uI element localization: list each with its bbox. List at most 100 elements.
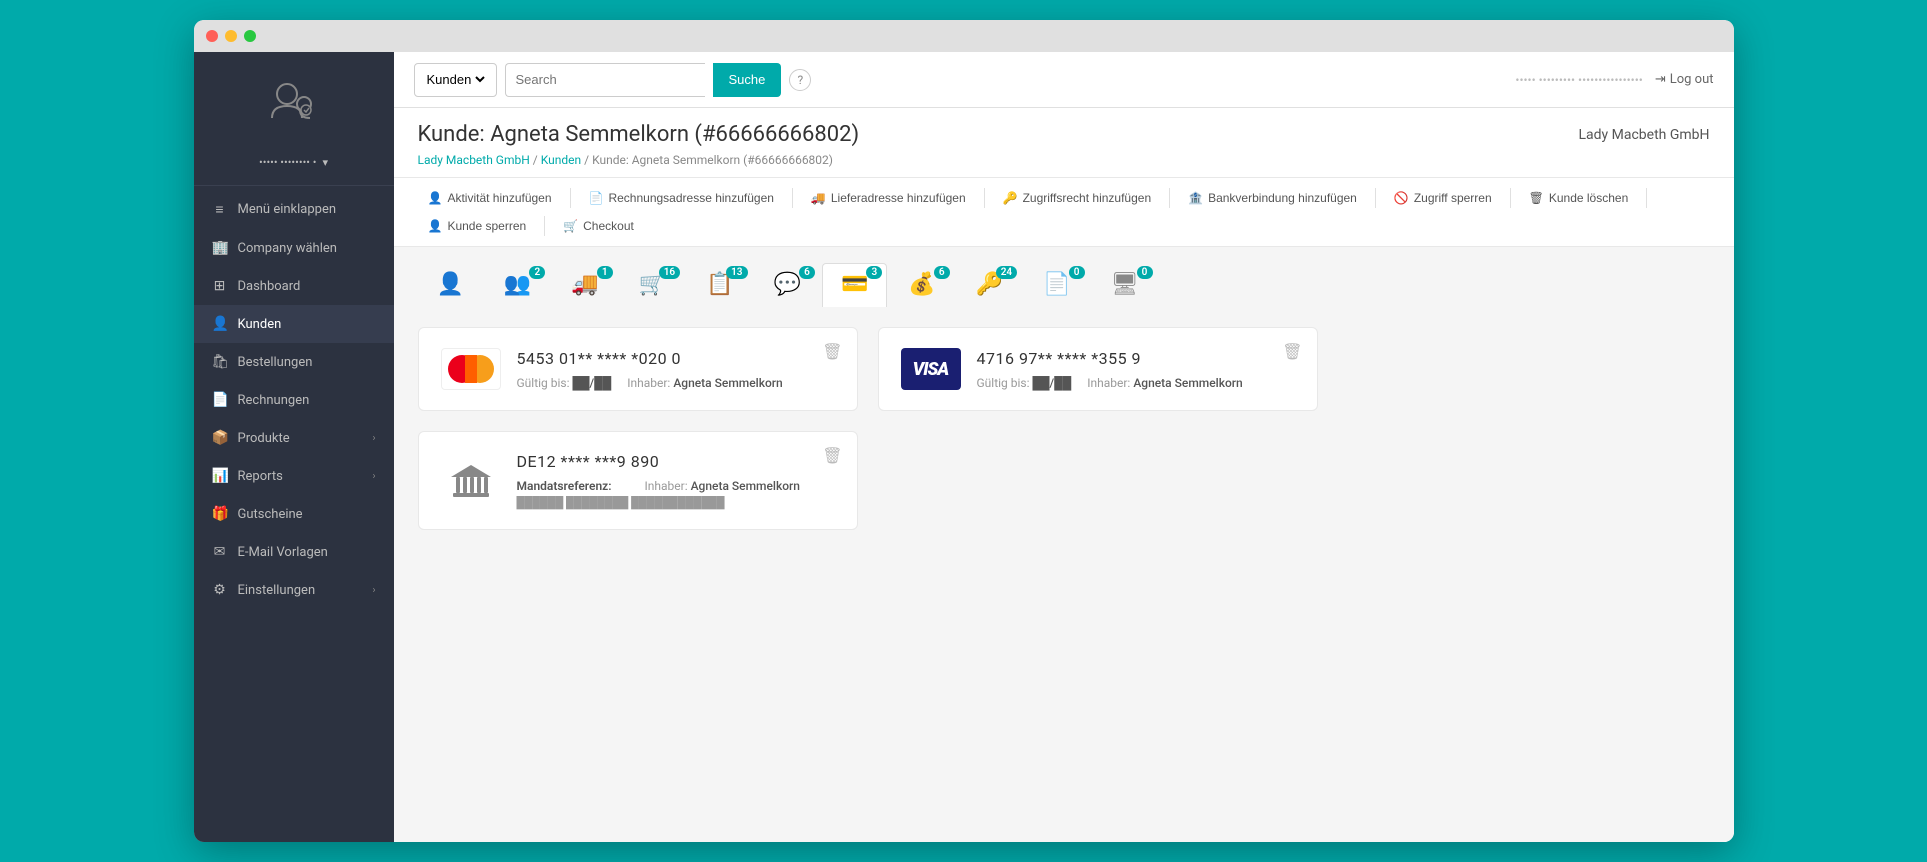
- sidebar-item-gutscheine[interactable]: 🎁 Gutscheine: [194, 495, 394, 533]
- action-label: Kunde löschen: [1549, 191, 1628, 205]
- chevron-right-icon: ›: [372, 433, 375, 444]
- profile-icon: 👤: [437, 272, 464, 297]
- delete-visa-button[interactable]: 🗑: [1282, 342, 1302, 361]
- action-label: Rechnungsadresse hinzufügen: [608, 191, 773, 205]
- tab-screens[interactable]: 0 🖥: [1092, 263, 1158, 307]
- cart-icon: 🛒: [563, 219, 578, 233]
- delete-iban-button[interactable]: 🗑: [822, 446, 842, 465]
- iban-card: 🗑: [418, 431, 858, 530]
- tab-messages[interactable]: 6 💬: [755, 263, 820, 307]
- logout-button[interactable]: ⇥ Log out: [1655, 72, 1714, 87]
- help-icon: ?: [798, 73, 804, 87]
- invoices-badge: 13: [726, 266, 747, 279]
- breadcrumb-sep: /: [533, 153, 541, 167]
- entity-selector[interactable]: Kunden: [414, 63, 497, 97]
- iban-number: DE12 **** ***9 890: [517, 452, 835, 471]
- breadcrumb-kunden[interactable]: Kunden: [541, 153, 581, 167]
- entity-dropdown[interactable]: Kunden: [423, 71, 488, 88]
- tab-credits[interactable]: 6 💰: [889, 263, 954, 307]
- maximize-button[interactable]: [244, 30, 256, 42]
- card-meta: Gültig bis: ██/██ Inhaber: Agneta Semmel…: [977, 376, 1295, 390]
- tab-payments[interactable]: 3 💳: [822, 263, 887, 307]
- card-body: DE12 **** ***9 890 Mandatsreferenz: Inha…: [441, 452, 835, 509]
- add-activity-button[interactable]: 👤 Aktivität hinzufügen: [418, 186, 562, 210]
- help-button[interactable]: ?: [789, 69, 811, 91]
- sidebar-item-company[interactable]: 🏢 Company wählen: [194, 229, 394, 267]
- company-badge: Lady Macbeth GmbH: [1578, 127, 1709, 143]
- person-icon: 👤: [428, 191, 443, 205]
- tab-delivery[interactable]: 1 🚚: [552, 263, 617, 307]
- credits-icon: 💰: [908, 272, 935, 297]
- search-input[interactable]: [505, 63, 705, 97]
- tab-profile[interactable]: 👤: [418, 263, 483, 307]
- action-label: Kunde sperren: [447, 219, 526, 233]
- holder-label: Inhaber:: [1087, 376, 1130, 390]
- delete-mastercard-button[interactable]: 🗑: [822, 342, 842, 361]
- mastercard-logo: [441, 348, 501, 390]
- chevron-right-icon: ›: [372, 471, 375, 482]
- app-window: ••••• •••••••• • ▾ ≡ Menü einklappen 🏢 C…: [194, 20, 1734, 842]
- company-icon: 🏢: [212, 240, 228, 256]
- sidebar-item-label: Kunden: [238, 317, 282, 332]
- sidebar-item-produkte[interactable]: 📦 Produkte ›: [194, 419, 394, 457]
- sidebar-item-email-vorlagen[interactable]: ✉ E-Mail Vorlagen: [194, 533, 394, 571]
- action-label: Checkout: [583, 219, 634, 233]
- valid-value: ██/██: [1033, 376, 1072, 390]
- sidebar-item-dashboard[interactable]: ⊞ Dashboard: [194, 267, 394, 305]
- sidebar-item-menu-collapse[interactable]: ≡ Menü einklappen: [194, 190, 394, 229]
- logout-label: Log out: [1670, 72, 1714, 87]
- add-access-button[interactable]: 🔑 Zugriffsrecht hinzufügen: [993, 186, 1161, 210]
- checkout-button[interactable]: 🛒 Checkout: [553, 214, 644, 238]
- minimize-button[interactable]: [225, 30, 237, 42]
- tab-docs[interactable]: 0 📄: [1024, 263, 1089, 307]
- breadcrumb-current: Kunde: Agneta Semmelkorn (#66666666802): [592, 153, 833, 167]
- tab-keys[interactable]: 24 🔑: [957, 263, 1022, 307]
- card-body: VISA 4716 97** **** *355 9 Gültig bis: █…: [901, 348, 1295, 390]
- sidebar-item-bestellungen[interactable]: 🛍 Bestellungen: [194, 343, 394, 381]
- chevron-right-icon: ›: [372, 585, 375, 596]
- holder-label: Inhaber:: [645, 479, 688, 493]
- add-invoice-address-button[interactable]: 📄 Rechnungsadresse hinzufügen: [579, 186, 784, 210]
- tab-orders[interactable]: 16 🛒: [620, 263, 685, 307]
- mandate-value: ██████ ████████ ████████████: [517, 496, 835, 509]
- search-button[interactable]: Suche: [713, 63, 782, 97]
- sidebar-item-label: Company wählen: [238, 241, 337, 256]
- sidebar-user[interactable]: ••••• •••••••• • ▾: [194, 148, 394, 185]
- delete-customer-button[interactable]: 🗑 Kunde löschen: [1519, 186, 1639, 210]
- reports-icon: 📊: [212, 468, 228, 484]
- sidebar-item-label: Bestellungen: [238, 355, 313, 370]
- sidebar-item-label: Dashboard: [238, 279, 301, 294]
- card-meta: Gültig bis: ██/██ Inhaber: Agneta Semmel…: [517, 376, 835, 390]
- sidebar-item-kunden[interactable]: 👤 Kunden: [194, 305, 394, 343]
- orders-badge: 16: [659, 266, 680, 279]
- sidebar-item-rechnungen[interactable]: 📄 Rechnungen: [194, 381, 394, 419]
- add-bank-button[interactable]: 🏦 Bankverbindung hinzufügen: [1178, 186, 1367, 210]
- sidebar: ••••• •••••••• • ▾ ≡ Menü einklappen 🏢 C…: [194, 52, 394, 842]
- add-delivery-address-button[interactable]: 🚚 Lieferadresse hinzufügen: [801, 186, 976, 210]
- sidebar-item-label: Menü einklappen: [238, 202, 337, 217]
- separator: [1510, 188, 1511, 208]
- block-customer-button[interactable]: 👤 Kunde sperren: [418, 214, 537, 238]
- close-button[interactable]: [206, 30, 218, 42]
- tab-contacts[interactable]: 2 👥: [485, 263, 550, 307]
- contacts-icon: 👥: [504, 272, 531, 297]
- card-body: 5453 01** **** *020 0 Gültig bis: ██/██ …: [441, 348, 835, 390]
- visa-card: 🗑 VISA 4716 97** **** *355 9 Gültig bis:…: [878, 327, 1318, 411]
- sidebar-logo: [194, 52, 394, 148]
- screens-icon: 🖥: [1111, 272, 1139, 297]
- block-access-button[interactable]: 🚫 Zugriff sperren: [1384, 186, 1502, 210]
- sidebar-item-label: E-Mail Vorlagen: [238, 545, 328, 560]
- block-icon: 🚫: [1394, 191, 1409, 205]
- card-holder: Inhaber: Agneta Semmelkorn: [1087, 376, 1242, 390]
- email-icon: ✉: [212, 544, 228, 560]
- breadcrumb-home[interactable]: Lady Macbeth GmbH: [418, 153, 530, 167]
- sidebar-item-reports[interactable]: 📊 Reports ›: [194, 457, 394, 495]
- sidebar-item-einstellungen[interactable]: ⚙ Einstellungen ›: [194, 571, 394, 609]
- card-validity: Gültig bis: ██/██: [517, 376, 612, 390]
- sidebar-item-label: Gutscheine: [238, 507, 303, 522]
- chevron-down-icon: ▾: [322, 156, 328, 169]
- tab-invoices[interactable]: 13 📋: [687, 263, 752, 307]
- page-title: Kunde: Agneta Semmelkorn (#66666666802): [418, 122, 860, 147]
- payments-icon: 💳: [841, 272, 868, 297]
- block-user-icon: 👤: [428, 219, 443, 233]
